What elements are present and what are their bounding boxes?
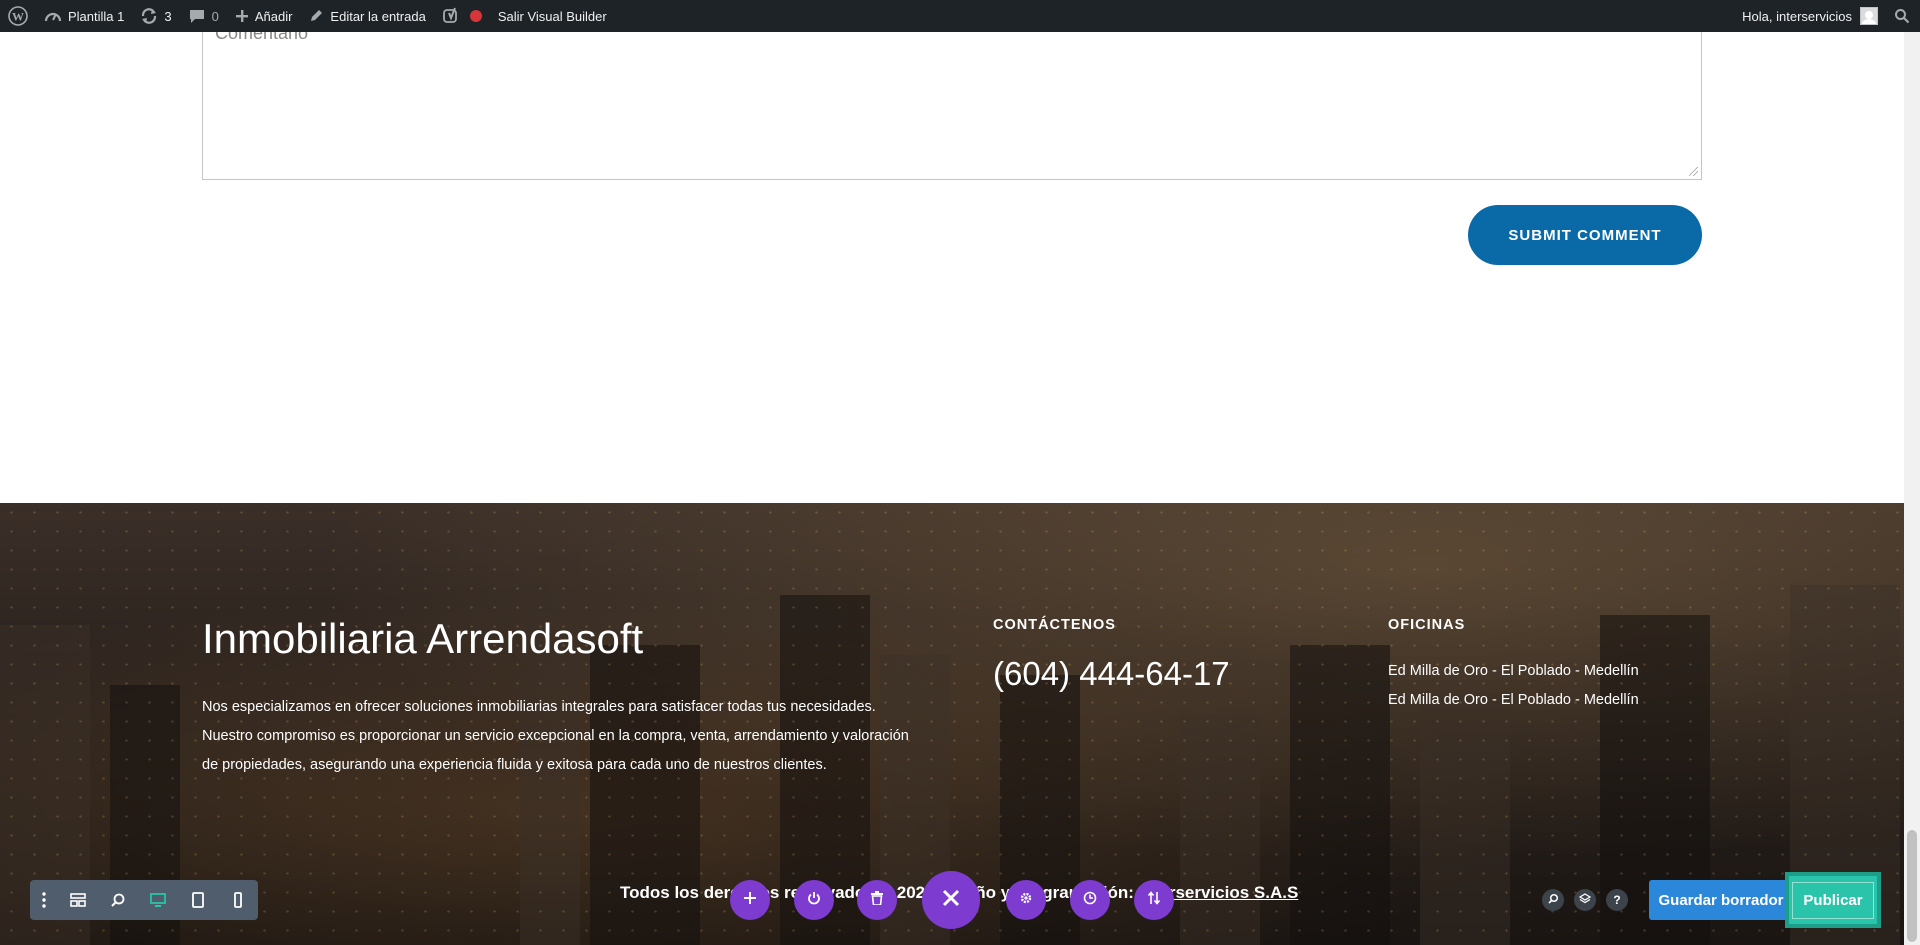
gear-icon	[1019, 891, 1033, 910]
comments-menu[interactable]: 0	[180, 0, 227, 32]
comment-textarea[interactable]: Comentario	[202, 22, 1702, 180]
office-address: Ed Milla de Oro - El Poblado - Medellín	[1388, 663, 1639, 679]
contact-heading: CONTÁCTENOS	[993, 617, 1116, 633]
site-name-label: Plantilla 1	[68, 8, 125, 24]
site-name-menu[interactable]: Plantilla 1	[36, 0, 132, 32]
admin-bar: W Plantilla 1 3 0 Añadir Editar la entra…	[0, 0, 1920, 32]
portability-button[interactable]	[794, 880, 834, 920]
publish-label: Publicar	[1792, 881, 1874, 919]
page-settings-button[interactable]	[1006, 880, 1046, 920]
builder-view-toolbar	[30, 880, 258, 920]
office-address: Ed Milla de Oro - El Poblado - Medellín	[1388, 692, 1639, 708]
publish-button[interactable]: Publicar	[1785, 872, 1881, 928]
avatar	[1860, 7, 1878, 25]
layers-button[interactable]	[1574, 889, 1596, 911]
seo-status-dot-icon	[469, 10, 482, 22]
page-options-button[interactable]	[1134, 880, 1174, 920]
wordpress-logo-icon[interactable]: W	[0, 0, 36, 32]
sort-arrows-icon	[1147, 890, 1161, 910]
exit-visual-builder-label: Salir Visual Builder	[497, 8, 607, 24]
more-options-icon[interactable]	[30, 880, 58, 920]
phone-view-icon[interactable]	[218, 880, 258, 920]
clear-layout-button[interactable]	[857, 880, 897, 920]
trash-icon	[871, 890, 883, 910]
wireframe-view-icon[interactable]	[58, 880, 98, 920]
plus-icon	[235, 9, 249, 23]
save-draft-button[interactable]: Guardar borrador	[1649, 880, 1793, 920]
admin-search-button[interactable]	[1886, 0, 1920, 32]
updates-menu[interactable]: 3	[132, 0, 179, 32]
pencil-icon	[308, 8, 324, 24]
updates-count: 3	[164, 8, 172, 24]
submit-comment-button[interactable]: SUBMIT COMMENT	[1468, 205, 1702, 265]
find-replace-button[interactable]	[1542, 889, 1564, 911]
zoom-view-icon[interactable]	[98, 880, 138, 920]
layers-icon	[1578, 892, 1592, 908]
help-question-icon: ?	[1613, 893, 1621, 907]
edit-post-label: Editar la entrada	[330, 8, 426, 24]
resize-handle-icon[interactable]	[1689, 167, 1698, 176]
footer-description: Nos especializamos en ofrecer soluciones…	[202, 699, 909, 773]
desktop-view-icon[interactable]	[138, 880, 178, 920]
plus-icon	[744, 891, 756, 909]
comment-bubble-icon	[188, 8, 206, 24]
search-icon	[1547, 893, 1559, 907]
add-new-menu[interactable]: Añadir	[227, 0, 301, 32]
search-icon	[1894, 8, 1910, 24]
contact-phone: (604) 444-64-17	[993, 655, 1230, 692]
close-icon	[942, 889, 960, 912]
yoast-seo-menu[interactable]	[434, 0, 490, 32]
history-button[interactable]	[1070, 880, 1110, 920]
footer-company-title: Inmobiliaria Arrendasoft	[202, 615, 644, 662]
power-icon	[807, 891, 821, 910]
svg-text:W: W	[12, 10, 24, 24]
edit-post-link[interactable]: Editar la entrada	[300, 0, 433, 32]
exit-visual-builder-link[interactable]: Salir Visual Builder	[490, 0, 615, 32]
my-account-menu[interactable]: Hola, interservicios	[1734, 0, 1886, 32]
clock-icon	[1083, 891, 1097, 910]
page-scrollbar-thumb[interactable]	[1907, 830, 1917, 942]
add-module-button[interactable]	[730, 880, 770, 920]
close-settings-button[interactable]	[922, 871, 980, 929]
updates-icon	[140, 7, 158, 25]
dashboard-icon	[44, 8, 62, 24]
yoast-icon	[442, 7, 460, 25]
help-button[interactable]: ?	[1606, 889, 1628, 911]
tablet-view-icon[interactable]	[178, 880, 218, 920]
page-scrollbar-track[interactable]	[1904, 32, 1920, 945]
add-new-label: Añadir	[254, 8, 293, 24]
comments-count: 0	[211, 8, 219, 24]
greeting-label: Hola, interservicios	[1742, 8, 1852, 24]
offices-heading: OFICINAS	[1388, 617, 1466, 633]
